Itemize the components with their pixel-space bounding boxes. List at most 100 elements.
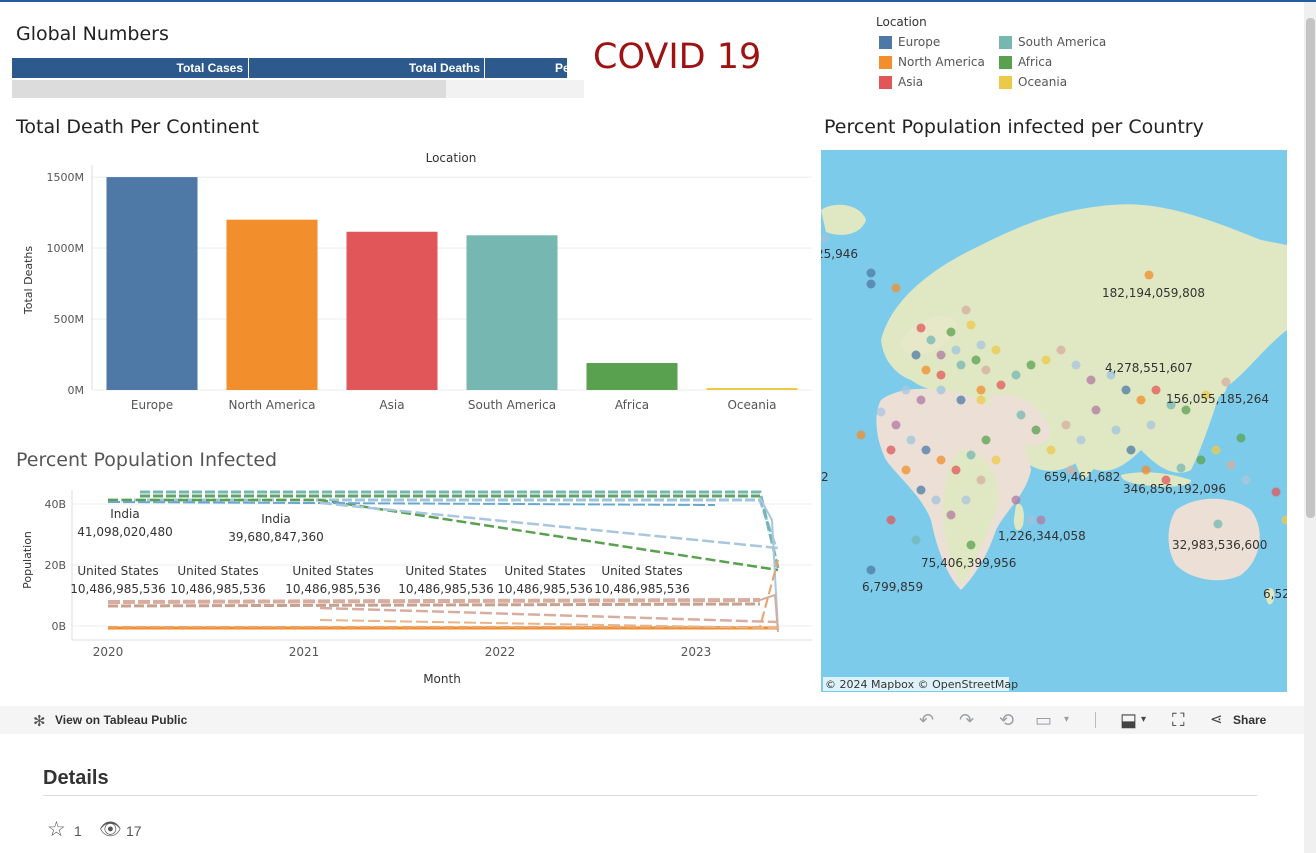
country-marker	[976, 475, 986, 485]
redo-icon[interactable]: ↷	[959, 710, 974, 730]
share-button[interactable]: Share	[1233, 713, 1266, 727]
legend-swatch-oceania[interactable]	[999, 76, 1012, 89]
annotation-country: India	[261, 512, 290, 526]
x-tick-label: 2022	[485, 645, 516, 659]
country-marker	[1181, 405, 1191, 415]
download-dropdown-icon[interactable]: ▾	[1141, 710, 1146, 730]
annotation-value: 10,486,985,536	[70, 582, 165, 596]
fullscreen-icon[interactable]: ⛶	[1172, 710, 1185, 730]
undo-icon[interactable]: ↶	[919, 710, 934, 730]
x-tick-label: 2023	[681, 645, 712, 659]
country-marker	[1041, 355, 1051, 365]
y-tick-label: 1500M	[47, 171, 85, 184]
map-value-label: 4,278,551,607	[1105, 361, 1193, 375]
legend-item-africa[interactable]: Africa	[1018, 55, 1052, 69]
country-marker	[976, 385, 986, 395]
horizontal-scroll-thumb[interactable]	[12, 80, 446, 98]
revert-icon[interactable]: ⟲	[999, 710, 1014, 730]
bar-south-america[interactable]	[466, 235, 558, 390]
country-marker	[971, 355, 981, 365]
country-marker	[1111, 425, 1121, 435]
country-marker	[1196, 455, 1206, 465]
legend-swatch-asia[interactable]	[879, 76, 892, 89]
country-marker	[1136, 395, 1146, 405]
x-tick-label: Europe	[131, 398, 173, 412]
country-marker	[1126, 445, 1136, 455]
country-marker	[916, 485, 926, 495]
country-marker	[866, 268, 876, 278]
legend-item-asia[interactable]: Asia	[898, 75, 923, 89]
country-marker	[981, 365, 991, 375]
header-total-cases: Total Cases	[176, 61, 243, 75]
line-chart-x-label: Month	[423, 672, 461, 686]
annotation-country: United States	[292, 564, 373, 578]
map-value-label: 75,406,399,956	[921, 556, 1016, 570]
annotation-value: 10,486,985,536	[170, 582, 265, 596]
legend-item-south-america[interactable]: South America	[1018, 35, 1106, 49]
country-marker	[876, 407, 886, 417]
country-marker	[1076, 435, 1086, 445]
refresh-icon[interactable]: ▭	[1035, 710, 1052, 730]
world-map[interactable]: 25,946 182,194,059,808 4,278,551,607 156,05…	[821, 150, 1287, 692]
details-heading: Details	[43, 767, 109, 789]
country-marker	[1241, 475, 1251, 485]
country-marker	[991, 455, 1001, 465]
x-tick-label: South America	[468, 398, 556, 412]
country-marker	[901, 385, 911, 395]
country-marker	[911, 535, 921, 545]
country-marker	[921, 445, 931, 455]
country-marker	[906, 435, 916, 445]
country-marker	[976, 340, 986, 350]
annotation-value: 41,098,020,480	[77, 525, 172, 539]
line-chart[interactable]: Population Month 40B 20B 0B 2020 2021 2022 20…	[0, 480, 820, 695]
map-attribution[interactable]: © 2024 Mapbox © OpenStreetMap	[825, 678, 1018, 691]
country-marker	[926, 335, 936, 345]
series-line	[107, 602, 761, 608]
country-marker	[916, 323, 926, 333]
series-line	[108, 498, 779, 572]
details-divider	[43, 795, 1257, 796]
bar-chart-y-label: Total Deaths	[22, 246, 35, 315]
legend-item-north-america[interactable]: North America	[898, 55, 985, 69]
country-marker	[961, 495, 971, 505]
annotation-country: India	[110, 507, 139, 521]
legend-item-oceania[interactable]: Oceania	[1018, 75, 1067, 89]
country-marker	[1236, 433, 1246, 443]
tableau-logo-icon[interactable]: ✻	[33, 712, 46, 730]
legend-swatch-africa[interactable]	[999, 56, 1012, 69]
bar-north-america[interactable]	[226, 219, 318, 390]
x-tick-label: 2020	[93, 645, 124, 659]
series-line	[107, 598, 761, 604]
view-on-tableau-link[interactable]: View on Tableau Public	[55, 713, 187, 727]
share-icon[interactable]: ⋖	[1210, 710, 1223, 730]
country-marker	[856, 430, 866, 440]
country-marker	[1026, 360, 1036, 370]
map-value-label: 2	[821, 470, 829, 484]
bar-chart[interactable]: Location Total Deaths 1500M 1000M 500M 0M E…	[0, 140, 820, 420]
country-marker	[1121, 385, 1131, 395]
eye-icon: 👁	[99, 819, 122, 839]
bar-europe[interactable]	[106, 177, 198, 390]
x-tick-label: Oceania	[727, 398, 776, 412]
annotation-value: 10,486,985,536	[497, 582, 592, 596]
bar-oceania[interactable]	[706, 388, 798, 390]
page-scroll-thumb[interactable]	[1306, 18, 1315, 518]
annotation-country: United States	[504, 564, 585, 578]
country-marker	[886, 445, 896, 455]
legend-item-europe[interactable]: Europe	[898, 35, 940, 49]
refresh-dropdown-icon[interactable]: ▾	[1064, 710, 1069, 730]
legend-swatch-south-america[interactable]	[999, 36, 1012, 49]
line-chart-title: Percent Population Infected	[16, 449, 278, 471]
download-icon[interactable]: ⬓	[1120, 710, 1137, 730]
star-icon[interactable]: ☆	[47, 817, 66, 842]
country-marker	[1146, 420, 1156, 430]
country-marker	[1011, 495, 1021, 505]
legend-swatch-north-america[interactable]	[879, 56, 892, 69]
views-count: 17	[126, 823, 142, 839]
annotation-value: 10,486,985,536	[594, 582, 689, 596]
bar-africa[interactable]	[586, 363, 678, 390]
bar-asia[interactable]	[346, 231, 438, 390]
legend-title: Location	[876, 15, 927, 29]
header-percent: Pe	[555, 61, 567, 75]
legend-swatch-europe[interactable]	[879, 36, 892, 49]
